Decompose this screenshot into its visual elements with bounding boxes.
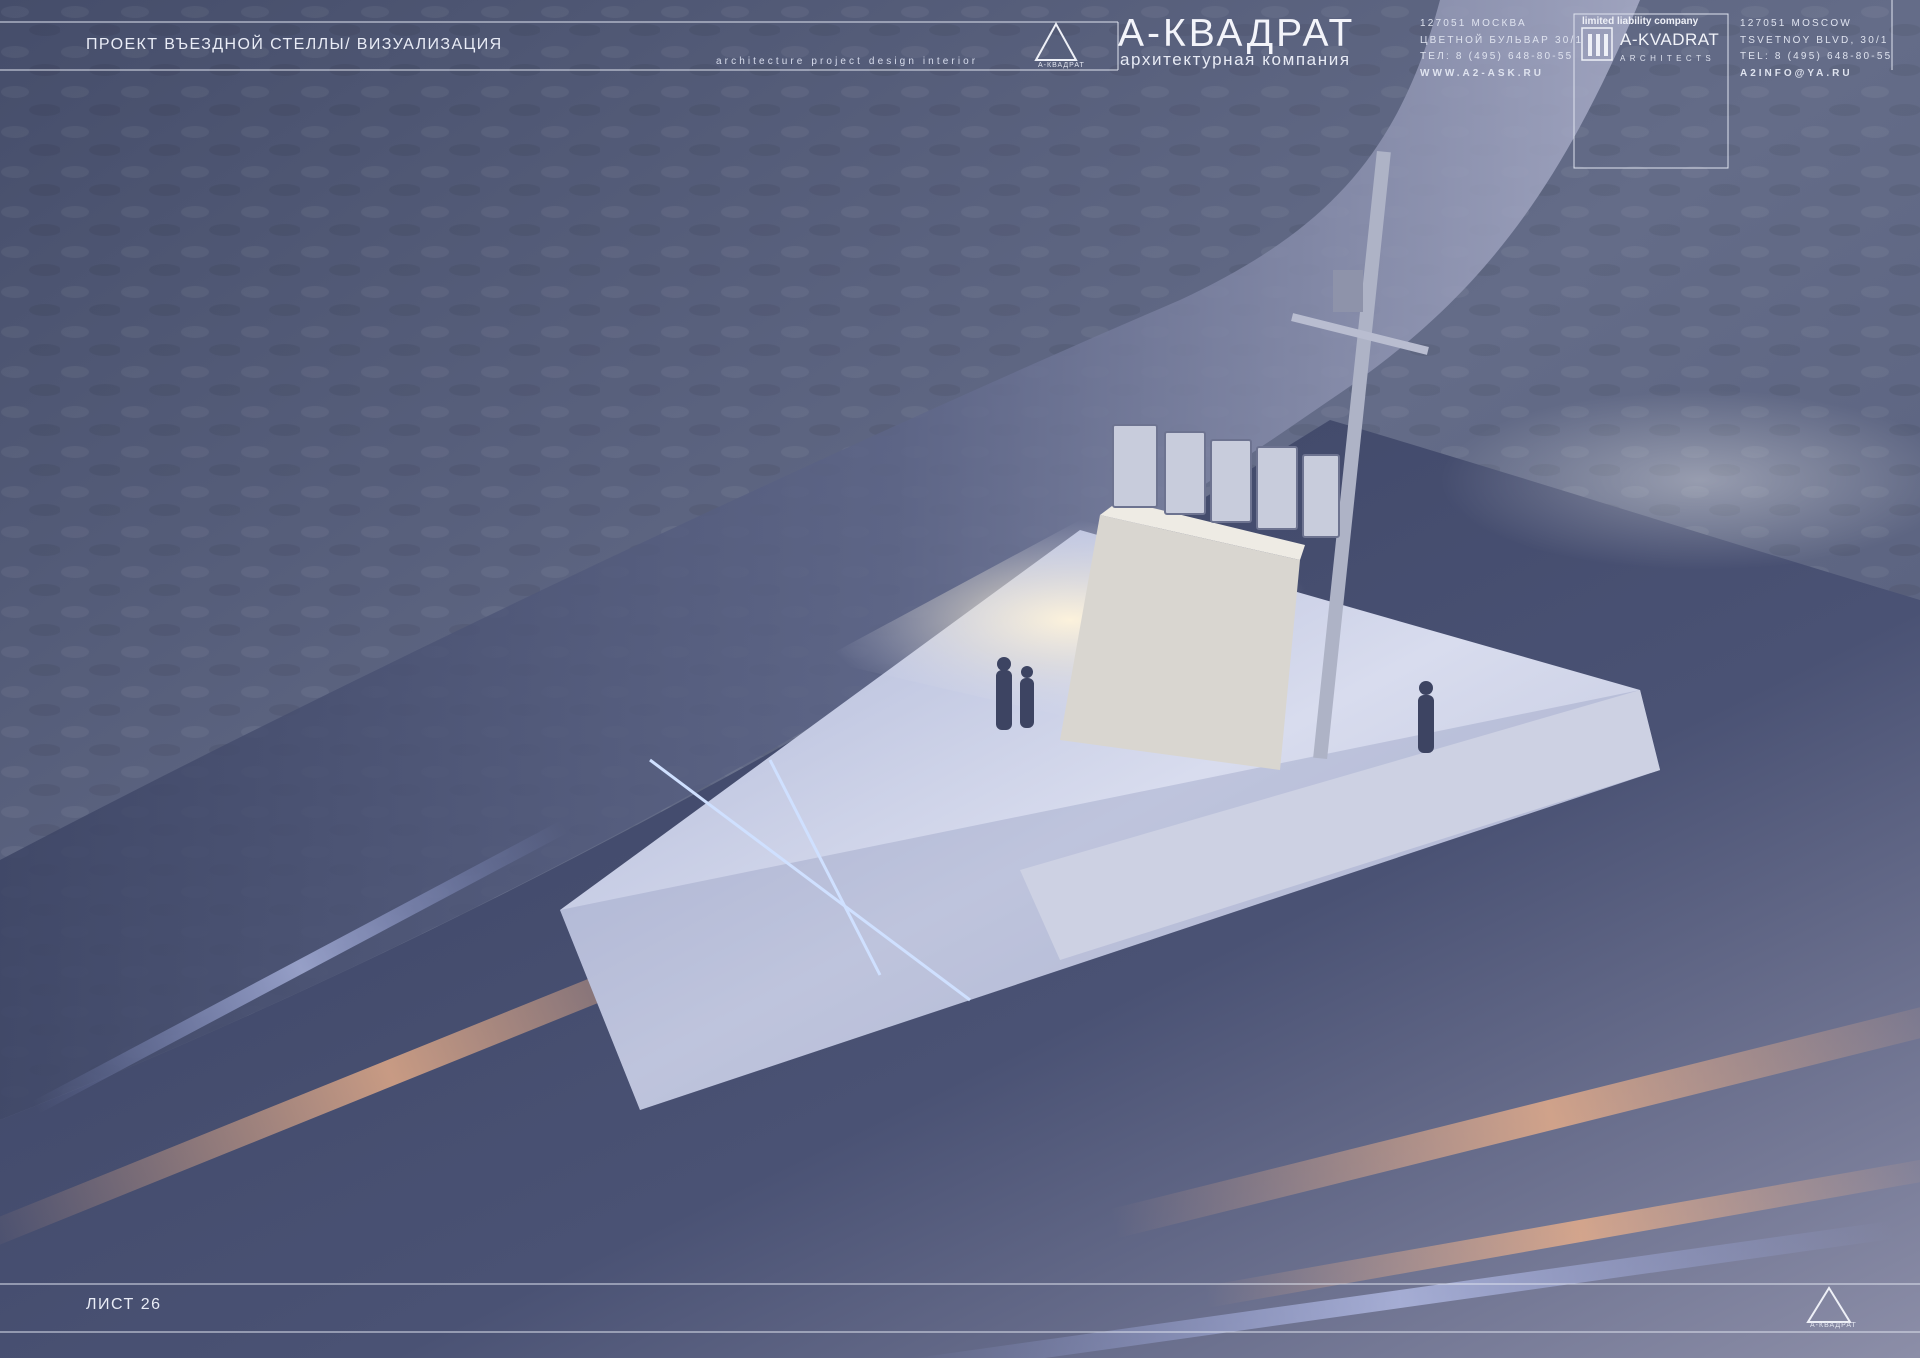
contact-block-ru: 127051 МОСКВА ЦВЕТНОЙ БУЛЬВАР 30/1 ТЕЛ: …: [1420, 16, 1583, 82]
website-link[interactable]: WWW.A2-ASK.RU: [1420, 66, 1583, 83]
address-line: ЦВЕТНОЙ БУЛЬВАР 30/1: [1420, 34, 1584, 46]
visualization-render: [0, 0, 1920, 1358]
address-line: 127051 MOSCOW: [1740, 18, 1852, 29]
brand-name-ru: А-КВАДРАТ: [1118, 12, 1356, 55]
brand-name-en: A-KVADRAT: [1620, 30, 1720, 49]
brand-subtitle-en: ARCHITECTS: [1620, 54, 1716, 63]
address-line: 127051 МОСКВА: [1420, 18, 1527, 29]
logo-caption: А-КВАДРАТ: [1038, 62, 1085, 69]
logo-caption: А-КВАДРАТ: [1810, 1322, 1857, 1329]
sheet-title: ПРОЕКТ ВЪЕЗДНОЙ СТЕЛЛЫ/ ВИЗУАЛИЗАЦИЯ: [86, 36, 503, 53]
phone-number: TEL: 8 (495) 648-80-55: [1740, 51, 1893, 62]
phone-number: ТЕЛ: 8 (495) 648-80-55: [1420, 51, 1574, 62]
mast-emblem: [1333, 270, 1363, 312]
sheet-number: ЛИСТ 26: [86, 1296, 162, 1313]
contact-block-en: 127051 MOSCOW TSVETNOY BLVD, 30/1 TEL: 8…: [1740, 16, 1892, 82]
email-link[interactable]: A2INFO@YA.RU: [1740, 66, 1892, 83]
stone-pedestal: [1060, 515, 1300, 770]
company-type-label: limited liability company: [1582, 16, 1699, 27]
address-line: TSVETNOY BLVD, 30/1: [1740, 34, 1889, 46]
company-tagline: architecture project design interior: [716, 56, 979, 67]
brand-subtitle-ru: архитектурная компания: [1120, 50, 1351, 69]
